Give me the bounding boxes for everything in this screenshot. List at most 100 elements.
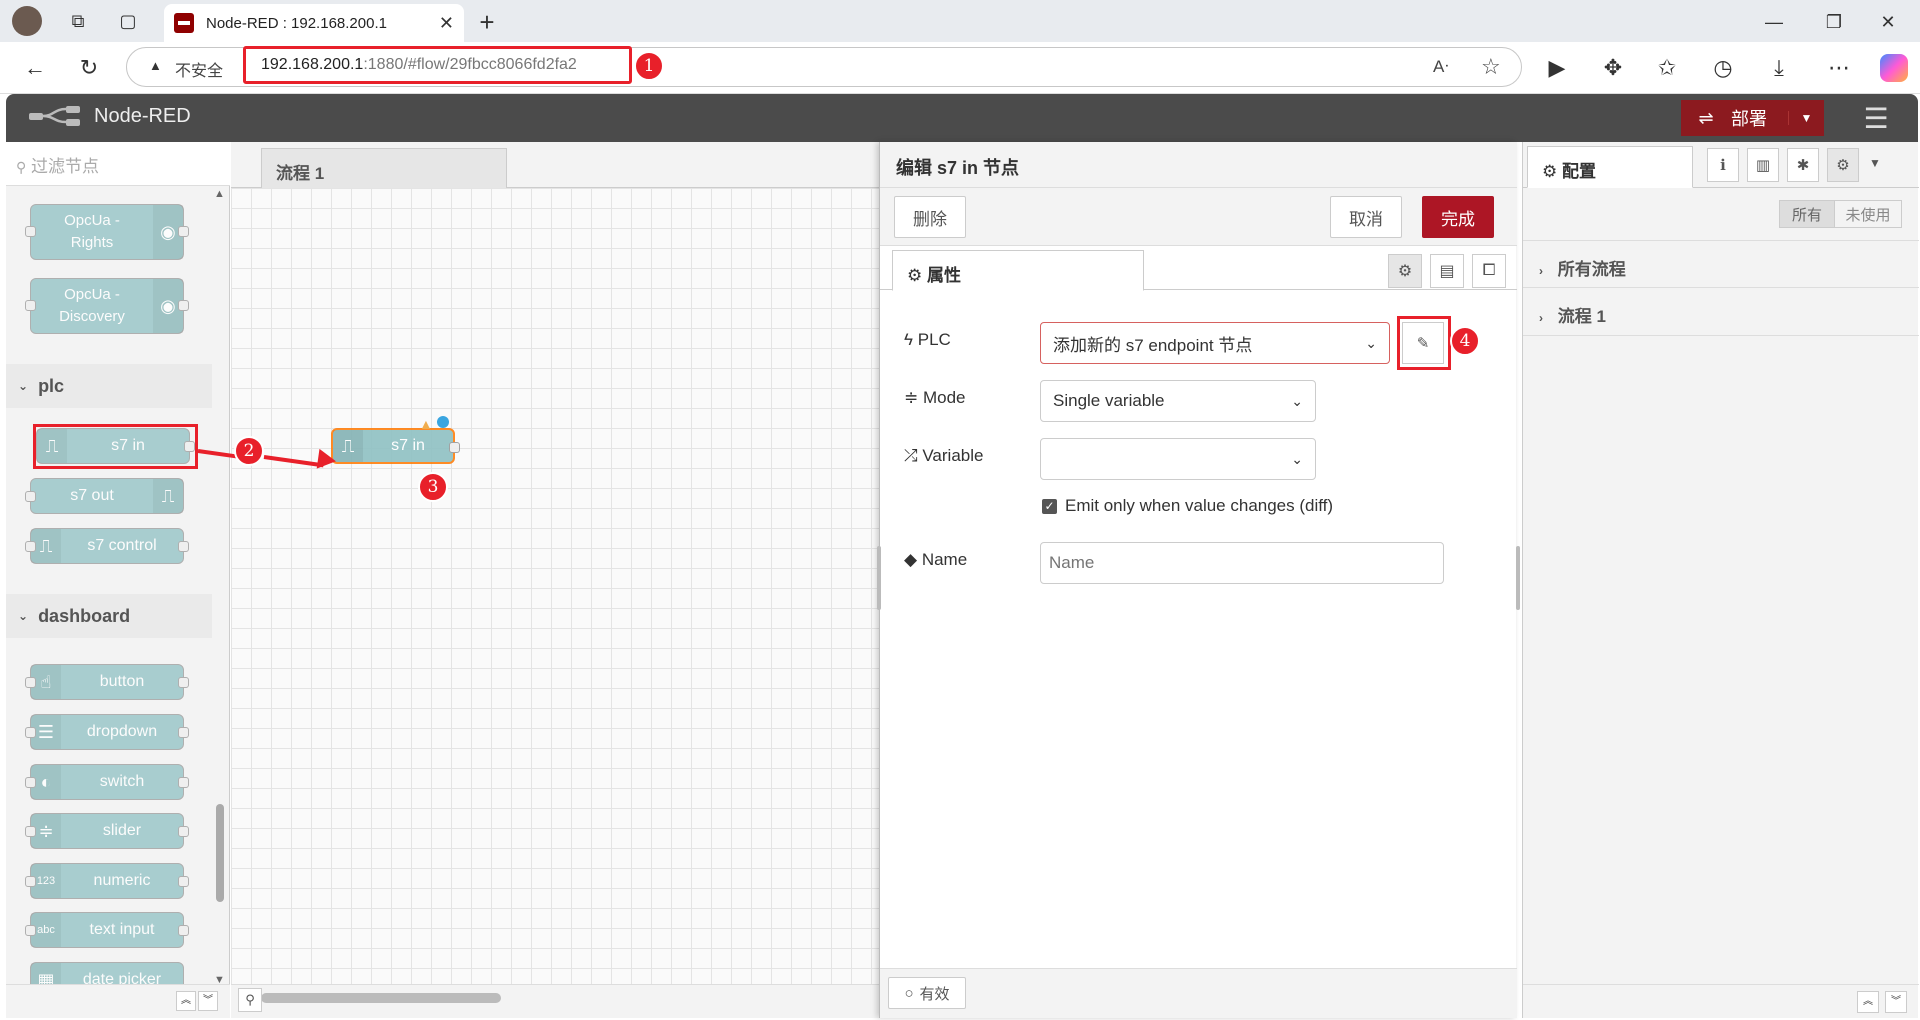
minimize-button[interactable]: — (1754, 8, 1794, 36)
deploy-button[interactable]: ⇌ 部署 ▼ (1681, 100, 1824, 136)
output-port[interactable] (178, 826, 189, 837)
output-port[interactable] (178, 727, 189, 738)
cancel-button[interactable]: 取消 (1330, 196, 1402, 238)
copilot-icon[interactable] (1880, 54, 1908, 82)
close-window-button[interactable]: ✕ (1868, 8, 1908, 36)
sidebar-row-all-flows[interactable]: › 所有流程 (1523, 240, 1919, 288)
restore-button[interactable]: ❐ (1814, 8, 1854, 36)
output-port[interactable] (178, 541, 189, 552)
node-label: s7 in (391, 437, 425, 454)
plc-select[interactable]: 添加新的 s7 endpoint 节点 ⌄ (1040, 322, 1390, 364)
input-port[interactable] (25, 226, 36, 237)
browser-tab[interactable]: Node-RED : 192.168.200.1 ✕ (164, 4, 464, 42)
bug-icon[interactable]: ✱ (1787, 148, 1819, 182)
tray-resize-handle[interactable] (877, 546, 881, 610)
filter-unused-button[interactable]: 未使用 (1834, 200, 1902, 228)
output-port[interactable] (449, 442, 460, 453)
input-port[interactable] (25, 876, 36, 887)
scroll-up-icon[interactable]: ▲ (214, 188, 225, 200)
name-input[interactable] (1040, 542, 1444, 584)
palette-node-text-input[interactable]: abc text input (25, 912, 189, 948)
close-tab-icon[interactable]: ✕ (439, 13, 454, 34)
input-port[interactable] (25, 677, 36, 688)
input-port[interactable] (25, 541, 36, 552)
diff-checkbox[interactable]: ✓ (1042, 498, 1057, 514)
insecure-label[interactable]: 不安全 (175, 57, 223, 81)
input-port[interactable] (25, 777, 36, 788)
config-sidebar: ⚙ 配置 ℹ ▥ ✱ ⚙ ▼ 所有 未使用 › 所有流程 › 流程 1 ︽ ︾ (1522, 142, 1919, 1018)
history-icon[interactable]: ◷ (1706, 52, 1740, 84)
favorites-icon[interactable]: ✩ (1650, 52, 1684, 84)
play-icon[interactable]: ▶ (1540, 52, 1574, 84)
expand-all-icon[interactable]: ︾ (1885, 991, 1907, 1013)
palette-node-s7-out[interactable]: s7 out ⎍ (25, 478, 184, 514)
flow-canvas[interactable]: ⎍ s7 in ▲ 3 (231, 188, 879, 984)
back-icon[interactable]: ← (18, 52, 52, 84)
input-port[interactable] (25, 300, 36, 311)
url-field[interactable]: ▲ 不安全 192.168.200.1:1880/#flow/29fbcc806… (126, 46, 1522, 87)
sidebar-resize-handle[interactable] (1516, 546, 1520, 610)
category-plc[interactable]: ⌄ plc (6, 364, 212, 408)
appearance-icon[interactable]: ⧠ (1472, 254, 1506, 288)
palette-node-s7-control[interactable]: ⎍ s7 control (25, 528, 189, 564)
description-icon[interactable]: ▤ (1430, 254, 1464, 288)
palette-node-dropdown[interactable]: ☰ dropdown (25, 714, 189, 750)
tab-actions-icon[interactable]: ▢ (112, 5, 144, 37)
horizontal-scroll-thumb[interactable] (261, 993, 501, 1003)
new-tab-button[interactable]: + (470, 6, 504, 38)
node-enabled-toggle[interactable]: ○ 有效 (888, 977, 966, 1009)
sidebar-dropdown-icon[interactable]: ▼ (1869, 156, 1881, 170)
output-port[interactable] (178, 226, 189, 237)
palette-node-slider[interactable]: ≑ slider (25, 813, 189, 849)
read-aloud-icon[interactable]: Aᐧ (1433, 57, 1449, 77)
node-settings-gear-icon[interactable]: ⚙ (1388, 254, 1422, 288)
palette-node-button[interactable]: ☝ button (25, 664, 189, 700)
deploy-dropdown-icon[interactable]: ▼ (1788, 111, 1824, 125)
variable-select[interactable]: ⌄ (1040, 438, 1316, 480)
profile-avatar[interactable] (12, 6, 42, 36)
input-port[interactable] (25, 826, 36, 837)
config-gear-icon[interactable]: ⚙ (1827, 148, 1859, 182)
tab-properties[interactable]: ⚙ 属性 (892, 250, 1144, 291)
extensions-icon[interactable]: ✥ (1596, 52, 1630, 84)
palette-node-opcua-rights[interactable]: OpcUa - Rights ◉ (25, 204, 189, 260)
collapse-all-icon[interactable]: ︽ (1857, 991, 1879, 1013)
flow-node-s7-in[interactable]: ⎍ s7 in (331, 428, 460, 464)
palette-filter[interactable]: ⚲ 过滤节点 (6, 142, 230, 186)
output-port[interactable] (178, 876, 189, 887)
palette-node-opcua-discovery[interactable]: OpcUa - Discovery ◉ (25, 278, 189, 334)
tab-flow-1[interactable]: 流程 1 (261, 148, 507, 189)
palette-node-date-picker[interactable]: ▦ date picker (30, 962, 184, 984)
output-port[interactable] (178, 925, 189, 936)
more-icon[interactable]: ⋯ (1822, 52, 1856, 84)
mode-select[interactable]: Single variable ⌄ (1040, 380, 1316, 422)
workspace-search-button[interactable]: ⚲ (238, 988, 262, 1012)
input-port[interactable] (25, 925, 36, 936)
row-label: 流程 1 (1557, 307, 1606, 326)
filter-all-button[interactable]: 所有 (1779, 200, 1835, 228)
scroll-thumb[interactable] (216, 804, 224, 902)
input-port[interactable] (25, 491, 36, 502)
annotation-badge-1: 1 (634, 51, 664, 81)
category-dashboard[interactable]: ⌄ dashboard (6, 594, 212, 638)
output-port[interactable] (178, 677, 189, 688)
hamburger-menu-icon[interactable]: ☰ (1860, 102, 1892, 134)
output-port[interactable] (178, 300, 189, 311)
input-port[interactable] (25, 727, 36, 738)
favorite-star-icon[interactable]: ☆ (1481, 54, 1501, 80)
palette-scrollbar[interactable]: ▲ ▼ (214, 188, 226, 998)
done-button[interactable]: 完成 (1422, 196, 1494, 238)
info-icon[interactable]: ℹ (1707, 148, 1739, 182)
palette-node-switch[interactable]: ◐ switch (25, 764, 189, 800)
expand-all-icon[interactable]: ︾ (198, 991, 218, 1011)
refresh-icon[interactable]: ↻ (72, 52, 106, 84)
palette-node-numeric[interactable]: 123 numeric (25, 863, 189, 899)
downloads-icon[interactable]: ⤓ (1762, 52, 1796, 84)
book-icon[interactable]: ▥ (1747, 148, 1779, 182)
collapse-all-icon[interactable]: ︽ (176, 991, 196, 1011)
output-port[interactable] (178, 777, 189, 788)
sidebar-row-flow-1[interactable]: › 流程 1 (1523, 288, 1919, 336)
delete-button[interactable]: 删除 (894, 196, 966, 238)
tab-config[interactable]: ⚙ 配置 (1527, 146, 1693, 188)
collections-icon[interactable]: ⧉ (62, 5, 94, 37)
